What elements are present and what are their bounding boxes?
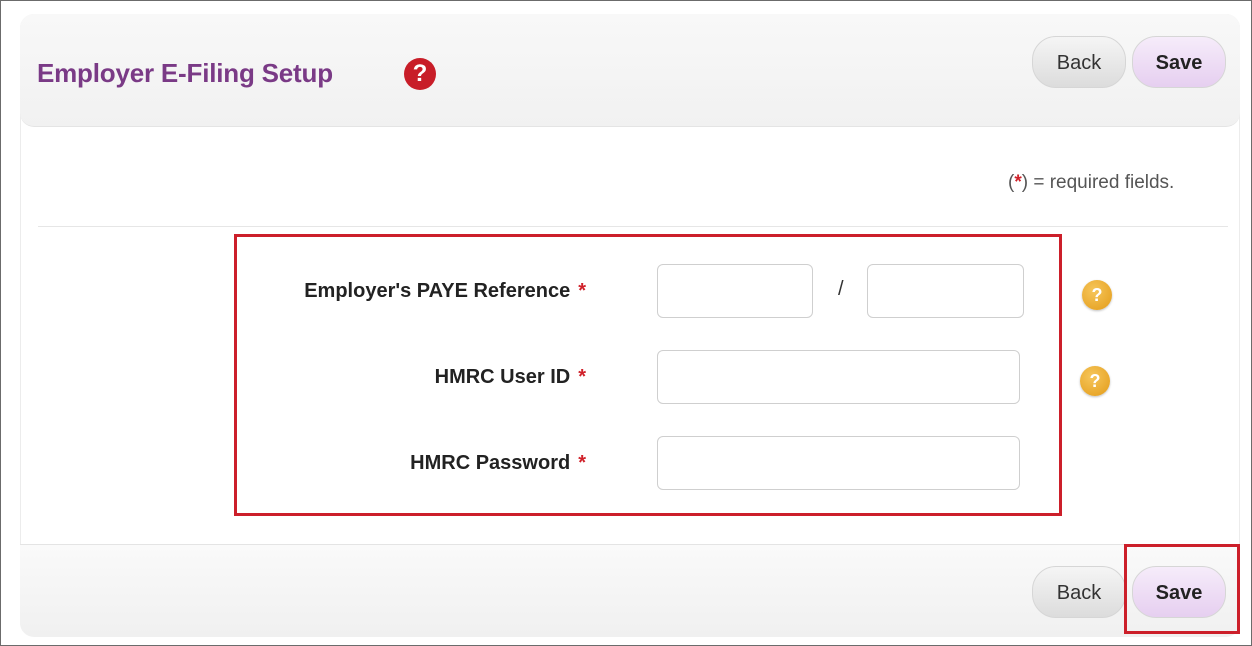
help-icon[interactable]: ? (404, 58, 436, 90)
hmrc-user-id-label-text: HMRC User ID (434, 366, 571, 388)
required-marker: * (578, 452, 586, 474)
required-note-close: ) = required fields. (1021, 172, 1175, 193)
paye-separator: / (838, 278, 844, 300)
hmrc-password-label-text: HMRC Password (410, 452, 571, 474)
page-title: Employer E-Filing Setup (37, 58, 333, 88)
hmrc-user-id-input[interactable] (657, 350, 1020, 404)
paye-reference-label: Employer's PAYE Reference * (226, 280, 586, 303)
required-fields-note: (*) = required fields. (1008, 172, 1174, 194)
required-star-icon: * (1014, 172, 1022, 193)
section-divider (38, 226, 1228, 227)
required-marker: * (578, 280, 586, 302)
back-button-top[interactable]: Back (1032, 36, 1126, 88)
required-marker: * (578, 366, 586, 388)
hmrc-user-id-label: HMRC User ID * (226, 366, 586, 389)
hmrc-password-input[interactable] (657, 436, 1020, 490)
save-highlight-box (1124, 544, 1240, 634)
paye-reference-label-text: Employer's PAYE Reference (304, 280, 571, 302)
user-id-help-icon[interactable]: ? (1080, 366, 1110, 396)
save-button-top[interactable]: Save (1132, 36, 1226, 88)
back-button-bottom[interactable]: Back (1032, 566, 1126, 618)
paye-office-number-input[interactable] (657, 264, 813, 318)
paye-reference-number-input[interactable] (867, 264, 1024, 318)
hmrc-password-label: HMRC Password * (226, 452, 586, 475)
paye-help-icon[interactable]: ? (1082, 280, 1112, 310)
